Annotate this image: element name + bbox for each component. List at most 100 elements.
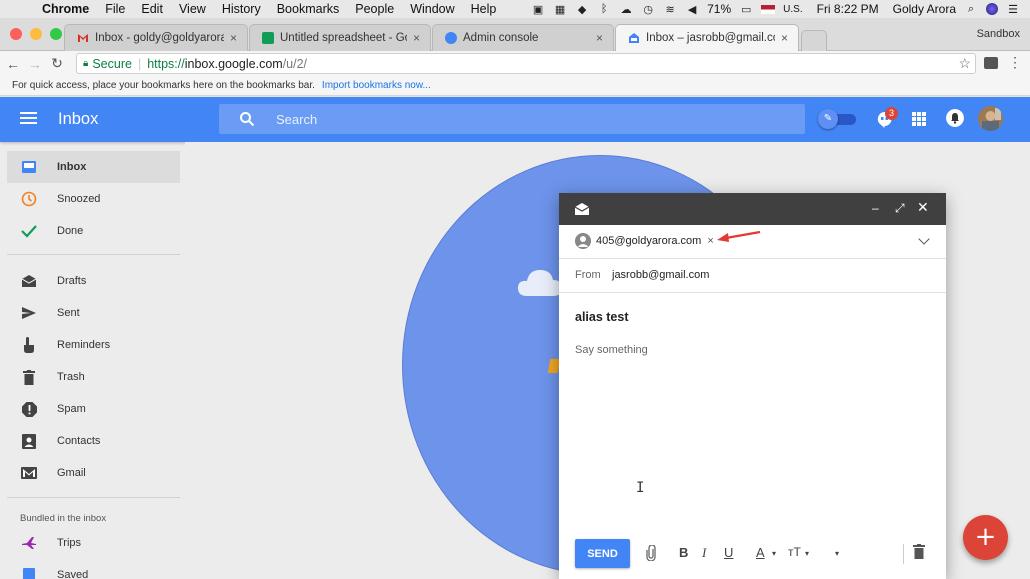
sidebar-item-contacts[interactable]: Contacts	[7, 425, 180, 457]
text-color-icon[interactable]: A	[756, 545, 765, 560]
minimize-window-button[interactable]	[30, 28, 42, 40]
search-icon	[240, 112, 255, 127]
extension-icon[interactable]	[984, 57, 998, 69]
clock-menu-icon[interactable]: ◷	[641, 3, 655, 16]
close-compose-icon[interactable]: ✕	[917, 199, 929, 216]
tab-gmail-goldy[interactable]: Inbox - goldy@goldyarora.com ×	[64, 24, 248, 51]
text-size-icon[interactable]: тT	[788, 545, 801, 559]
sidebar-item-trips[interactable]: Trips	[7, 527, 180, 559]
lock-icon[interactable]: 🔒︎	[83, 58, 88, 69]
discard-draft-icon[interactable]	[913, 544, 925, 562]
menu-help[interactable]: Help	[463, 2, 505, 16]
pinned-toggle[interactable]: ✎	[818, 109, 858, 129]
address-bar[interactable]: 🔒︎ Secure | https:// inbox.google.com /u…	[76, 53, 976, 74]
text-color-dropdown-icon[interactable]: ▾	[772, 549, 776, 558]
tab-admin-console[interactable]: Admin console ×	[432, 24, 614, 51]
menu-view[interactable]: View	[171, 2, 214, 16]
menubar-clock[interactable]: Fri 8:22 PM	[817, 2, 879, 16]
cloud-drive-icon[interactable]: ☁	[619, 3, 633, 16]
bold-icon[interactable]: B	[679, 545, 688, 560]
search-bar[interactable]: Search	[219, 104, 805, 134]
url-path: /u/2/	[282, 56, 308, 71]
compose-titlebar[interactable]: – ⤢ ✕	[559, 193, 946, 225]
close-tab-icon[interactable]: ×	[781, 31, 788, 45]
chrome-menu-icon[interactable]: ⋮	[1008, 54, 1022, 71]
remove-recipient-icon[interactable]: ×	[707, 235, 713, 247]
siri-icon[interactable]	[986, 3, 998, 15]
tab-inbox-jasrobb[interactable]: Inbox – jasrobb@gmail.com ×	[615, 24, 799, 51]
sidebar-item-trash[interactable]: Trash	[7, 361, 180, 393]
more-formatting-icon[interactable]: ▾	[835, 549, 839, 558]
send-button[interactable]: SEND	[575, 539, 630, 568]
notification-center-icon[interactable]: ☰	[1006, 3, 1020, 16]
account-avatar[interactable]	[978, 106, 1003, 131]
secure-label: Secure	[92, 56, 132, 71]
menu-bookmarks[interactable]: Bookmarks	[269, 2, 348, 16]
evernote-icon[interactable]: ◆	[575, 3, 589, 16]
battery-percent[interactable]: 71%	[707, 2, 731, 16]
window-layout-icon[interactable]: ▦	[553, 3, 567, 16]
subject-field[interactable]: alias test	[575, 310, 629, 324]
menu-people[interactable]: People	[347, 2, 402, 16]
reload-icon[interactable]: ↻	[48, 55, 66, 72]
attach-icon[interactable]	[645, 544, 657, 564]
expand-compose-icon[interactable]: ⤢	[895, 201, 905, 216]
screen-record-icon[interactable]: ▣	[531, 3, 545, 16]
message-body-input[interactable]: Say something	[575, 344, 648, 356]
underline-icon[interactable]: U	[724, 545, 733, 560]
sidebar-item-inbox[interactable]: Inbox	[7, 151, 180, 183]
menubar-user[interactable]: Goldy Arora	[893, 2, 956, 16]
search-input[interactable]: Search	[276, 112, 317, 127]
profile-name[interactable]: Sandbox	[977, 28, 1020, 40]
sidebar-item-drafts[interactable]: Drafts	[7, 265, 180, 297]
hamburger-menu-icon[interactable]	[20, 112, 37, 124]
menu-window[interactable]: Window	[402, 2, 462, 16]
italic-icon[interactable]: I	[702, 545, 706, 561]
spotlight-search-icon[interactable]: ⌕	[964, 3, 978, 15]
inbox-icon	[21, 159, 37, 175]
notifications-bell-icon[interactable]	[946, 109, 964, 127]
check-icon	[21, 223, 37, 239]
close-tab-icon[interactable]: ×	[230, 31, 237, 45]
spam-icon	[21, 401, 37, 417]
chevron-down-icon[interactable]	[918, 233, 930, 245]
wifi-icon[interactable]: ≋	[663, 3, 677, 16]
menu-history[interactable]: History	[214, 2, 269, 16]
menu-file[interactable]: File	[97, 2, 133, 16]
close-window-button[interactable]	[10, 28, 22, 40]
sidebar-item-saved[interactable]: Saved	[7, 559, 180, 579]
import-bookmarks-link[interactable]: Import bookmarks now...	[322, 80, 431, 91]
sidebar-item-label: Done	[57, 225, 84, 237]
sidebar-item-label: Trash	[57, 371, 85, 383]
text-size-dropdown-icon[interactable]: ▾	[805, 549, 809, 558]
new-tab-button[interactable]	[801, 30, 827, 51]
back-arrow-icon[interactable]: ←	[4, 56, 22, 72]
apps-grid-icon[interactable]	[912, 112, 926, 126]
sidebar-item-snoozed[interactable]: Snoozed	[7, 183, 180, 215]
menu-edit[interactable]: Edit	[133, 2, 171, 16]
close-tab-icon[interactable]: ×	[596, 31, 603, 45]
sidebar-item-spam[interactable]: Spam	[7, 393, 180, 425]
sidebar-item-gmail[interactable]: Gmail	[7, 457, 180, 489]
volume-icon[interactable]: ◀	[685, 3, 699, 16]
zoom-window-button[interactable]	[50, 28, 62, 40]
sidebar-item-label: Snoozed	[57, 193, 101, 205]
recipient-chip[interactable]: 405@goldyarora.com ×	[575, 232, 714, 250]
sidebar-item-sent[interactable]: Sent	[7, 297, 180, 329]
battery-icon[interactable]: ▭	[739, 3, 753, 16]
forward-arrow-icon[interactable]: →	[26, 56, 44, 72]
bundled-section-label: Bundled in the inbox	[20, 513, 107, 524]
close-tab-icon[interactable]: ×	[413, 31, 420, 45]
bookmark-star-icon[interactable]: ☆	[958, 55, 971, 72]
compose-fab-button[interactable]: +	[963, 515, 1008, 560]
sidebar-nav: Inbox Snoozed Done Drafts Sent Reminders…	[0, 142, 185, 579]
minimize-compose-icon[interactable]: –	[872, 201, 879, 215]
menu-app-chrome[interactable]: Chrome	[28, 2, 97, 16]
sidebar-item-done[interactable]: Done	[7, 215, 180, 247]
sidebar-item-reminders[interactable]: Reminders	[7, 329, 180, 361]
from-address[interactable]: jasrobb@gmail.com	[612, 269, 709, 281]
bluetooth-icon[interactable]: ᛒ	[597, 3, 611, 15]
from-field[interactable]: From jasrobb@gmail.com	[559, 259, 946, 293]
tab-spreadsheet[interactable]: Untitled spreadsheet - Google ×	[249, 24, 431, 51]
input-source[interactable]: U.S.	[783, 4, 802, 15]
